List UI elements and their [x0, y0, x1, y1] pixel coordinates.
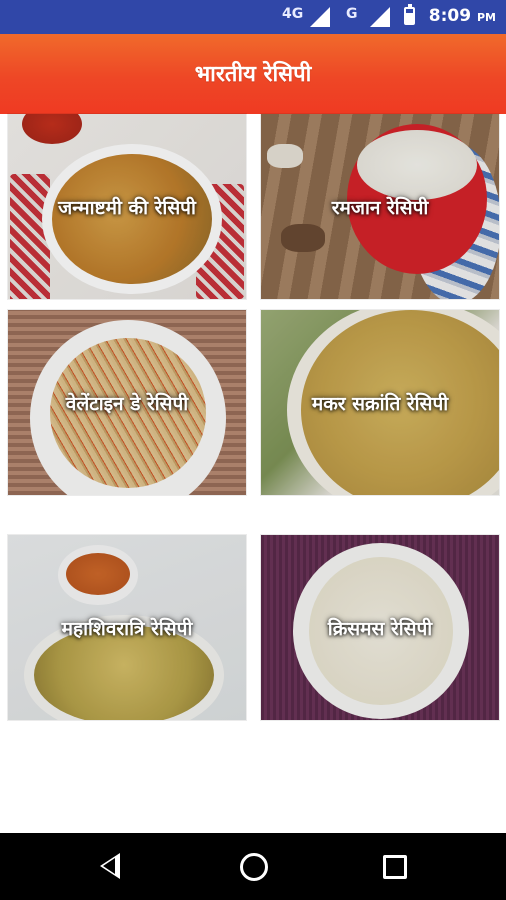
- clock: 8:09 PM: [428, 6, 496, 26]
- network-type-4g: 4G: [282, 6, 304, 22]
- category-tile-mahashivratri[interactable]: महाशिवरात्रि रेसिपी: [8, 535, 246, 720]
- back-icon[interactable]: [100, 853, 120, 879]
- home-icon[interactable]: [240, 853, 268, 881]
- recents-icon[interactable]: [383, 855, 407, 879]
- category-tile-janmashtami[interactable]: जन्माष्टमी की रेसिपी: [8, 114, 246, 299]
- tile-label: महाशिवरात्रि रेसिपी: [61, 617, 193, 640]
- battery-icon: [404, 4, 415, 25]
- tile-label: क्रिसमस रेसिपी: [327, 617, 433, 640]
- network-type-g: G: [346, 6, 358, 22]
- category-tile-valentine[interactable]: वेलेंटाइन डे रेसिपी: [8, 310, 246, 495]
- tile-label: रमजान रेसिपी: [331, 196, 429, 219]
- tile-label: जन्माष्टमी की रेसिपी: [58, 196, 196, 219]
- tile-label: वेलेंटाइन डे रेसिपी: [65, 392, 189, 415]
- signal-icon-2: [370, 7, 390, 27]
- category-tile-ramzan[interactable]: रमजान रेसिपी: [261, 114, 499, 299]
- system-nav-bar: [0, 833, 506, 900]
- status-bar: 4G G 8:09 PM: [0, 0, 506, 34]
- category-tile-christmas[interactable]: क्रिसमस रेसिपी: [261, 535, 499, 720]
- page-title: भारतीय रेसिपी: [194, 62, 312, 87]
- app-header: भारतीय रेसिपी: [0, 34, 506, 120]
- category-tile-makar-sankranti[interactable]: मकर सक्रांति रेसिपी: [261, 310, 499, 495]
- tile-label: मकर सक्रांति रेसिपी: [311, 392, 449, 415]
- signal-icon: [310, 7, 330, 27]
